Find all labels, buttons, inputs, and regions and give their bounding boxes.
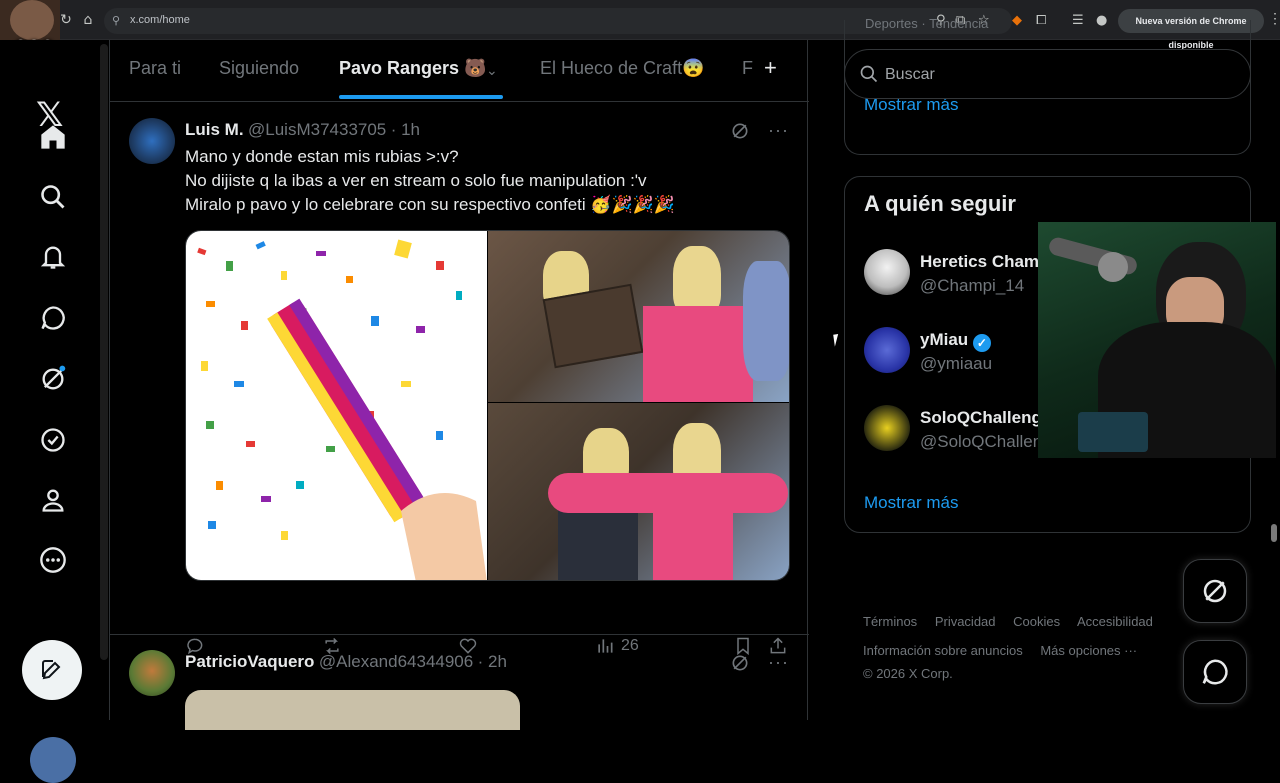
keyboard [1078,412,1148,452]
messages-floating-button[interactable] [1183,640,1247,704]
follow-show-more-link[interactable]: Mostrar más [864,493,958,513]
tweet-media[interactable] [185,230,790,581]
tweet[interactable]: Luis M. @LuisM37433705 · 1h ··· Mano y d… [110,102,809,656]
grok-icon[interactable] [730,121,750,141]
streamer-webcam [1038,222,1276,458]
footer-more-link[interactable]: Más opciones ··· [1040,643,1137,658]
tweet-time[interactable]: · 1h [391,120,420,139]
right-scrollbar[interactable] [1271,524,1277,542]
active-tab-indicator [339,95,503,99]
suggestion-name[interactable]: Heretics Champ [920,252,1049,272]
tweet-author-handle[interactable]: @LuisM37433705 [248,120,386,139]
timeline-tabs: Para ti Siguiendo Pavo Rangers 🐻 ⌄ El Hu… [110,40,809,102]
suggestion-handle[interactable]: @SoloQChalleng [920,432,1052,452]
tab-siguiendo[interactable]: Siguiendo [219,58,299,79]
tweet-line: Mano y donde estan mis rubias >:v? [185,147,459,166]
tweet-line: Miralo p pavo y lo celebrare con su resp… [185,195,676,214]
notifications-bell-icon[interactable] [36,240,70,274]
search-box[interactable]: Buscar [844,49,1251,99]
hand [401,493,487,580]
tweet[interactable]: PatricioVaquero @Alexand64344906 · 2h ··… [110,636,809,730]
site-info-icon[interactable]: ⚲ [112,14,120,27]
suggestion-avatar[interactable] [864,405,910,451]
tweet-header-icons: ··· [730,120,789,141]
tweet-text: Mano y donde estan mis rubias >:v? No di… [185,145,675,217]
footer-privacy-link[interactable]: Privacidad [935,614,996,629]
trend-category[interactable]: Deportes · Tendencia [865,16,988,31]
browser-menu-icon[interactable]: ⋮ [1268,10,1280,27]
compose-post-button[interactable] [22,640,82,700]
verified-badge-icon: ✓ [972,334,991,352]
suggestion-handle[interactable]: @ymiaau [920,354,992,374]
verified-icon[interactable] [36,423,70,457]
more-dots-icon[interactable]: ··· [768,120,789,141]
suggestion-handle[interactable]: @Champi_14 [920,276,1024,296]
more-dots-icon[interactable]: ··· [768,652,789,673]
tweet-author-name[interactable]: Luis M. [185,120,244,139]
tweet-author-name[interactable]: PatricioVaquero [185,652,314,671]
confetti-cannon [267,298,427,523]
footer-links: Términos Privacidad Cookies Accesibilida… [863,607,1223,683]
tweet-avatar[interactable] [129,118,175,164]
who-to-follow-title: A quién seguir [864,191,1016,216]
left-nav: 𝕏 [0,40,105,783]
explore-search-icon[interactable] [36,180,70,214]
compose-icon [42,660,61,680]
footer-terms-link[interactable]: Términos [863,614,917,629]
tweet-author-handle[interactable]: @Alexand64344906 [319,652,473,671]
tab-truncated[interactable]: F [742,58,753,79]
meme-photo-top[interactable] [488,231,789,402]
suggestion-avatar[interactable] [864,249,910,295]
account-avatar[interactable] [30,737,76,783]
suggestion-avatar[interactable] [864,327,910,373]
tweet-header: Luis M. @LuisM37433705 · 1h [185,120,420,140]
grok-icon[interactable] [730,653,750,673]
chevron-down-icon[interactable]: ⌄ [486,62,498,79]
footer-copyright: © 2026 X Corp. [863,666,953,681]
suggestion-name[interactable]: yMiau ✓ [920,330,991,352]
tab-pavo-rangers[interactable]: Pavo Rangers 🐻 [339,58,486,79]
tweet-avatar[interactable] [129,650,175,696]
tab-el-hueco-de-craft[interactable]: El Hueco de Craft😨 [540,58,704,79]
confetti-image[interactable] [186,231,487,580]
reload-icon[interactable]: ↻ [58,12,74,28]
search-icon [860,65,878,83]
tab-para-ti[interactable]: Para ti [129,58,181,79]
url-text: x.com/home [130,14,190,26]
home-nav-icon[interactable] [36,120,70,154]
footer-ads-link[interactable]: Información sobre anuncios [863,643,1023,658]
tweet-media[interactable] [185,690,520,730]
footer-cookies-link[interactable]: Cookies [1013,614,1060,629]
microphone-head [1098,252,1128,282]
home-icon[interactable]: ⌂ [80,12,96,28]
footer-accessibility-link[interactable]: Accesibilidad [1077,614,1153,629]
profile-nav-icon[interactable] [36,483,70,517]
messages-icon [1202,659,1228,685]
grok-icon [1203,579,1227,603]
search-placeholder: Buscar [885,66,935,83]
suggestion-name[interactable]: SoloQChalleng [920,408,1042,428]
tweet-header-icons: ··· [730,652,789,673]
tweet-line: No dijiste q la ibas a ver en stream o s… [185,171,647,190]
timeline-column: Para ti Siguiendo Pavo Rangers 🐻 ⌄ El Hu… [109,40,809,730]
tweet-time[interactable]: · 2h [478,652,507,671]
tweet-header: PatricioVaquero @Alexand64344906 · 2h [185,652,507,672]
grok-floating-button[interactable] [1183,559,1247,623]
grok-icon[interactable] [36,362,70,396]
left-scrollbar[interactable] [100,44,108,660]
messages-icon[interactable] [36,301,70,335]
mouse-cursor [833,333,845,347]
more-options-icon[interactable] [36,543,70,577]
meme-photo-bottom[interactable] [488,403,789,580]
add-tab-plus-icon[interactable]: + [764,55,777,81]
